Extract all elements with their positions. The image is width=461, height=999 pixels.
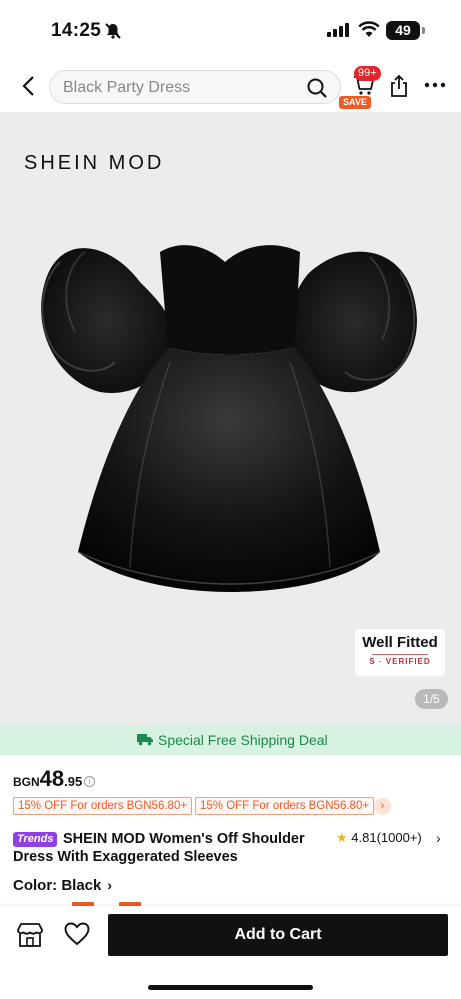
price-cents: .95: [64, 774, 83, 789]
status-time: 14:25: [51, 20, 102, 41]
well-fitted-badge: Well Fitted S · VERIFIED: [355, 629, 445, 676]
brand-logo: SHEIN MOD: [24, 152, 165, 174]
fit-badge-title: Well Fitted: [362, 634, 438, 651]
price-currency: BGN: [13, 775, 40, 789]
search-placeholder: Black Party Dress: [63, 79, 191, 96]
battery-indicator: 49: [386, 21, 420, 40]
cart-count-badge: 99+: [354, 66, 381, 81]
shipping-text: Special Free Shipping Deal: [158, 732, 328, 748]
coupon-tag[interactable]: 15% OFF For orders BGN56.80+: [13, 797, 193, 815]
store-icon[interactable]: [16, 922, 44, 948]
heart-icon[interactable]: [64, 922, 90, 946]
rating-value: 4.81: [351, 830, 377, 845]
product-rating[interactable]: ★ 4.81(1000+) ›: [336, 830, 441, 846]
wifi-icon: [358, 21, 380, 37]
fit-badge-subtitle: S · VERIFIED: [369, 657, 431, 666]
status-bar: 14:25 49: [0, 0, 461, 60]
coupon-tag[interactable]: 15% OFF For orders BGN56.80+: [195, 797, 375, 815]
star-icon: ★: [336, 830, 348, 845]
bottom-action-bar: Add to Cart: [0, 906, 461, 999]
top-nav: Black Party Dress 99+ SAVE: [0, 62, 461, 112]
save-badge: SAVE: [339, 96, 371, 109]
fit-badge-divider: [372, 654, 428, 655]
coupon-more-icon[interactable]: ›: [374, 798, 391, 815]
product-price: BGN48.95 i: [13, 766, 96, 792]
signal-icon: [327, 23, 349, 37]
more-icon[interactable]: [424, 82, 446, 88]
chevron-right-icon: ›: [107, 877, 113, 893]
search-input[interactable]: Black Party Dress: [49, 70, 341, 104]
product-title: SHEIN MOD Women's Off Shoulder Dress Wit…: [13, 831, 305, 865]
chevron-right-icon: ›: [436, 830, 441, 846]
bell-muted-icon: [105, 23, 121, 39]
search-icon[interactable]: [306, 77, 328, 99]
color-label: Color: Black: [13, 877, 102, 894]
price-info-icon[interactable]: i: [84, 776, 96, 787]
home-indicator: [148, 985, 313, 990]
product-image-carousel[interactable]: SHEIN MOD Well Fitted S · VERIFIED 1/5: [0, 112, 461, 725]
back-icon[interactable]: [18, 74, 40, 98]
product-dress-image: [41, 245, 417, 592]
add-to-cart-button[interactable]: Add to Cart: [108, 914, 448, 956]
rating-count: (1000+): [376, 830, 422, 845]
shipping-banner[interactable]: Special Free Shipping Deal: [0, 725, 461, 755]
color-selector[interactable]: Color: Black ›: [13, 877, 112, 894]
battery-tip: [422, 27, 425, 34]
truck-icon: [137, 734, 153, 746]
price-whole: 48: [39, 766, 65, 791]
image-pager: 1/5: [415, 689, 448, 709]
share-icon[interactable]: [389, 74, 409, 98]
